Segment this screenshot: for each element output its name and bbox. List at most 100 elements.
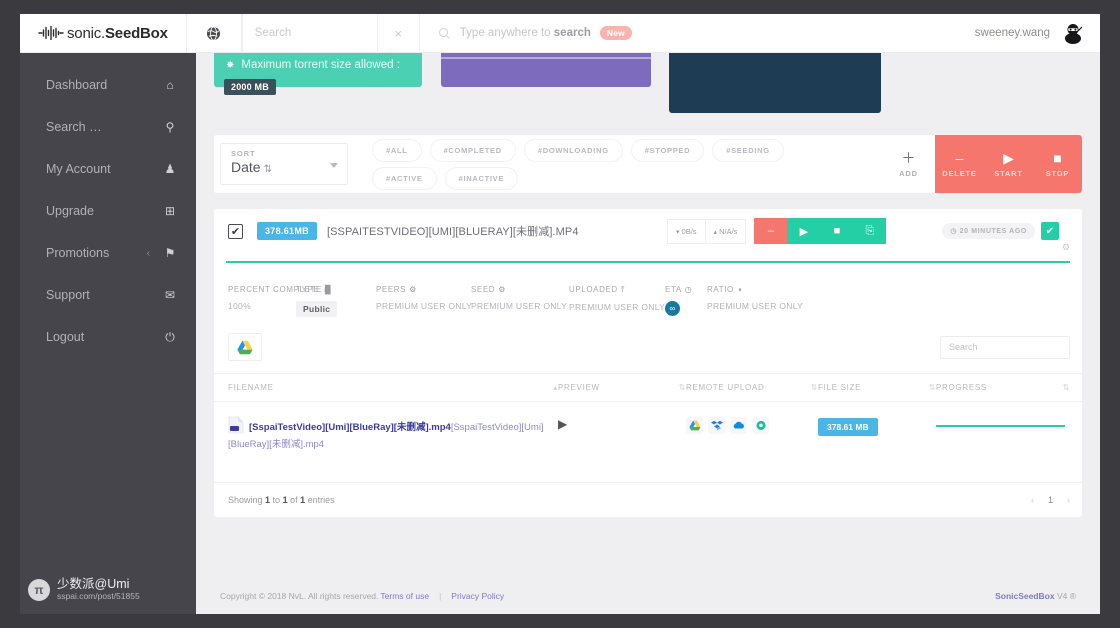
sidebar-item-dashboard[interactable]: Dashboard ⌂: [20, 69, 196, 101]
filter-tag-downloading[interactable]: #DOWNLOADING: [523, 138, 623, 162]
sort-icon[interactable]: ⇅: [929, 383, 936, 392]
column-file-size[interactable]: FILE SIZE ⇅: [818, 383, 936, 392]
up-arrow-icon: ▴: [713, 228, 718, 236]
brand-logo[interactable]: sonic. SeedBox: [20, 25, 186, 42]
stop-torrent-button[interactable]: ■: [820, 218, 854, 244]
column-filename[interactable]: FILENAME ▴: [228, 383, 558, 392]
sidebar-item-support[interactable]: Support ✉: [20, 279, 196, 311]
privacy-policy-link[interactable]: Privacy Policy: [451, 591, 504, 601]
sort-icon[interactable]: ⇅: [811, 383, 818, 392]
file-name-strong[interactable]: [SspaiTestVideo][Umi][BlueRay][未删减].mp4: [249, 422, 451, 433]
brand-name-bold: SeedBox: [105, 24, 168, 42]
gear-icon[interactable]: ⚙: [1062, 242, 1070, 253]
copyright-text: Copyright © 2018 NvL. All rights reserve…: [220, 591, 379, 601]
pagination-prev[interactable]: ‹: [1031, 495, 1034, 505]
pagination-page-1[interactable]: 1: [1048, 495, 1053, 505]
promo-card-dark[interactable]: [669, 53, 881, 113]
stat-value: PREMIUM USER ONLY: [376, 301, 473, 311]
torrent-controls: – ▶ ■ ⎘: [754, 218, 887, 244]
user-area[interactable]: sweeney.wang: [975, 20, 1100, 46]
sidebar-label: Upgrade: [46, 204, 94, 218]
google-drive-icon[interactable]: [686, 417, 703, 434]
filter-tag-stopped[interactable]: #STOPPED: [630, 138, 705, 162]
stat-seed: SEED ⚙ PREMIUM USER ONLY: [471, 285, 569, 317]
add-button[interactable]: ＋ ADD: [882, 135, 935, 193]
file-search-box[interactable]: [940, 335, 1070, 359]
start-button[interactable]: ▶ START: [984, 135, 1033, 193]
cell-progress: [936, 416, 1070, 464]
table-row: [SspaiTestVideo][Umi][BlueRay][未删减].mp4[…: [214, 402, 1082, 464]
sidebar-item-promotions[interactable]: Promotions ‹ ⚑: [20, 237, 196, 269]
sidebar-item-logout[interactable]: Logout ⏻: [20, 321, 196, 353]
column-preview[interactable]: PREVIEW ⇅: [558, 383, 686, 392]
pagination: ‹ 1 ›: [1031, 495, 1070, 505]
language-globe-button[interactable]: [187, 14, 241, 53]
remove-torrent-button[interactable]: –: [754, 218, 788, 244]
app-window: sonic.SeedBox × Type anywhere to search …: [20, 14, 1100, 614]
mail-icon: ✉: [164, 288, 176, 302]
google-drive-button[interactable]: [228, 333, 262, 361]
delete-button[interactable]: – DELETE: [935, 135, 984, 193]
promo-card-max-size[interactable]: ✸ Maximum torrent size allowed : 2000 MB: [214, 53, 422, 95]
filter-tag-active[interactable]: #ACTIVE: [372, 166, 437, 190]
watermark: π 少数派@Umi sspai.com/post/51855: [28, 577, 140, 602]
omni-hint-text: Type anywhere to search: [459, 27, 591, 39]
promo-strip: ✸ Maximum torrent size allowed : 2000 MB: [196, 53, 1100, 135]
delete-button-label: DELETE: [942, 168, 977, 178]
sort-icon[interactable]: ⇅: [1063, 383, 1070, 392]
stat-label: RATIO ◑: [707, 285, 743, 294]
filter-tag-completed[interactable]: #COMPLETED: [429, 138, 516, 162]
omni-search-hint[interactable]: Type anywhere to search New: [420, 25, 975, 41]
add-button-label: ADD: [899, 168, 918, 178]
user-icon: ♟: [164, 162, 176, 176]
stat-ratio: RATIO ◑ PREMIUM USER ONLY: [707, 285, 847, 317]
clear-search-icon[interactable]: ×: [378, 14, 420, 53]
start-torrent-button[interactable]: ▶: [787, 218, 821, 244]
mp4-file-icon: [228, 416, 244, 434]
sort-icon[interactable]: ⇅: [679, 383, 686, 392]
upload-speed: ▴ N/A/s: [704, 218, 747, 244]
pagination-next[interactable]: ›: [1067, 495, 1070, 505]
onedrive-icon[interactable]: [730, 417, 747, 434]
search-input[interactable]: [254, 27, 377, 39]
column-remote-upload[interactable]: REMOTE UPLOAD ⇅: [686, 383, 818, 392]
stop-button[interactable]: ■ STOP: [1033, 135, 1082, 193]
cell-preview[interactable]: ▶: [558, 416, 686, 464]
brand-name-thin: sonic.: [67, 24, 105, 42]
top-header: sonic.SeedBox × Type anywhere to search …: [20, 14, 1100, 53]
play-icon[interactable]: ▶: [558, 417, 567, 431]
watermark-logo-icon: π: [28, 578, 50, 601]
stat-percent-complete: PERCENT COMPLETE █ 100%: [228, 285, 331, 317]
column-progress[interactable]: PROGRESS ⇅: [936, 383, 1070, 392]
sidebar-label: Logout: [46, 330, 85, 344]
torrent-checkbox[interactable]: ✔: [228, 223, 243, 239]
filter-tag-inactive[interactable]: #INACTIVE: [444, 166, 519, 190]
sidebar-item-upgrade[interactable]: Upgrade ⊞: [20, 195, 196, 227]
tag-icon: ⚑: [164, 246, 176, 260]
clock-icon: ◷: [684, 285, 693, 294]
promo-card-purple[interactable]: [441, 53, 651, 87]
sidebar-item-my-account[interactable]: My Account ♟: [20, 153, 196, 185]
main-content: ✸ Maximum torrent size allowed : 2000 MB …: [196, 53, 1100, 614]
sort-direction-icon[interactable]: ⇅: [264, 164, 272, 175]
header-search-box[interactable]: [241, 14, 378, 53]
terms-of-use-link[interactable]: Terms of use: [380, 591, 429, 601]
peers-icon: ⚙: [409, 285, 417, 294]
file-table-footer: Showing 1 to 1 of 1 entries ‹ 1 ›: [214, 482, 1082, 505]
filter-tag-all[interactable]: #ALL: [372, 138, 422, 162]
dropbox-icon[interactable]: [708, 417, 725, 434]
sparkle-icon: ✸: [226, 60, 235, 71]
product-version: SonicSeedBox V4 ®: [995, 591, 1076, 601]
avatar[interactable]: [1060, 20, 1086, 46]
torrent-header-row: ✔ 378.61MB [SspaiTestVideo][Umi][BlueRay…: [214, 209, 1082, 253]
file-search-input[interactable]: [949, 342, 1061, 352]
torrent-file-button[interactable]: ⎘: [853, 218, 887, 244]
filter-tag-seeding[interactable]: #SEEDING: [712, 138, 784, 162]
sidebar-item-search[interactable]: Search … ⚲: [20, 111, 196, 143]
sidebar-label: Promotions: [46, 246, 110, 260]
download-speed: ▾ 0B/s: [667, 218, 705, 244]
sort-dropdown[interactable]: SORT Date ⇅: [220, 143, 348, 185]
chevron-down-icon[interactable]: [330, 163, 338, 168]
mega-icon[interactable]: [752, 417, 769, 434]
file-toolbar: [214, 317, 1082, 361]
